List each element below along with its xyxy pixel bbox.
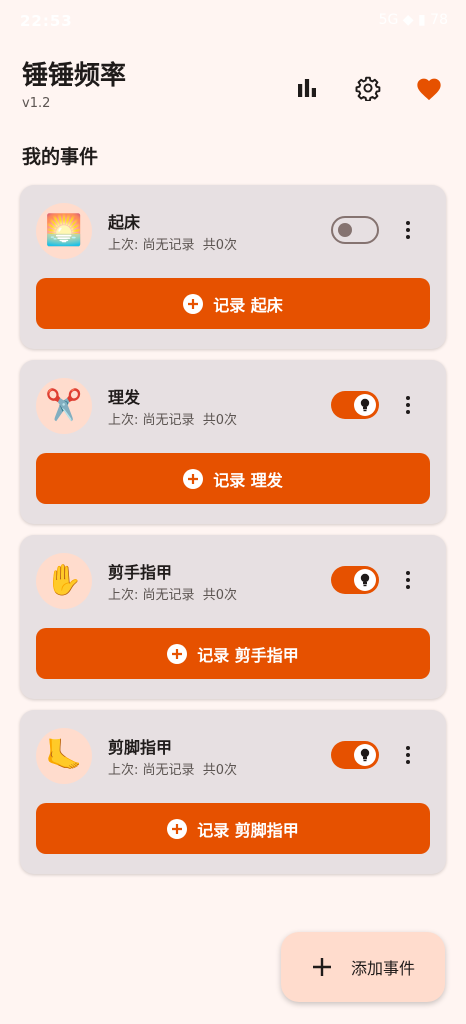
event-meta: 上次: 尚无记录 共0次 [108,588,238,603]
heart-icon [417,78,441,101]
event-toggle[interactable] [331,566,379,594]
section-title: 我的事件 [22,146,99,168]
favorites-button[interactable] [413,72,445,104]
event-name: 剪脚指甲 [108,738,173,757]
event-meta: 上次: 尚无记录 共0次 [108,763,238,778]
toggle-knob [354,744,376,766]
event-toggle[interactable] [331,391,379,419]
record-button-label: 记录 剪手指甲 [197,645,299,665]
event-card: ✂️ 理发 上次: 尚无记录 共0次 记录 理发 [20,360,446,524]
gear-icon [355,76,381,101]
event-toggle[interactable] [331,216,379,244]
event-meta: 上次: 尚无记录 共0次 [108,238,238,253]
add-circle-icon [167,818,188,839]
app-title: 锤锤频率 [22,61,127,91]
record-button-label: 记录 理发 [213,470,283,490]
bar-chart-icon [298,79,316,97]
scissors-icon: ✂️ [36,378,92,434]
status-icons: 5G ◆ ▮ 78 [378,12,448,28]
foot-icon: 🦶 [36,728,92,784]
add-event-label: 添加事件 [350,959,415,978]
lightbulb-icon [360,573,370,587]
event-card: 🌅 起床 上次: 尚无记录 共0次 记录 起床 [20,185,446,349]
app-header: 锤锤频率 v1.2 [22,60,126,111]
add-circle-icon [183,293,204,314]
lightbulb-icon [360,748,370,762]
event-name: 剪手指甲 [108,563,173,582]
event-toggle[interactable] [331,741,379,769]
status-bar: 22:53 5G ◆ ▮ 78 [0,0,466,44]
app-version: v1.2 [22,96,51,111]
settings-button[interactable] [352,72,384,104]
status-time: 22:53 [20,12,73,30]
more-options-icon[interactable] [396,217,420,243]
event-card: ✋ 剪手指甲 上次: 尚无记录 共0次 记录 剪手指甲 [20,535,446,699]
event-meta: 上次: 尚无记录 共0次 [108,413,238,428]
statistics-button[interactable] [291,72,323,104]
record-button[interactable]: 记录 剪脚指甲 [36,803,430,854]
event-name: 起床 [108,213,141,232]
toggle-knob [354,394,376,416]
add-circle-icon [167,643,188,664]
record-button-label: 记录 起床 [213,295,283,315]
record-button[interactable]: 记录 剪手指甲 [36,628,430,679]
add-circle-icon [183,468,204,489]
add-event-button[interactable]: 添加事件 [281,932,445,1002]
raised-hand-icon: ✋ [36,553,92,609]
event-card: 🦶 剪脚指甲 上次: 尚无记录 共0次 记录 剪脚指甲 [20,710,446,874]
record-button-label: 记录 剪脚指甲 [197,820,299,840]
record-button[interactable]: 记录 起床 [36,278,430,329]
more-options-icon[interactable] [396,742,420,768]
sunrise-icon: 🌅 [36,203,92,259]
plus-icon [312,958,331,976]
toggle-knob [338,223,352,237]
record-button[interactable]: 记录 理发 [36,453,430,504]
event-name: 理发 [108,388,141,407]
toggle-knob [354,569,376,591]
more-options-icon[interactable] [396,567,420,593]
lightbulb-icon [360,398,370,412]
more-options-icon[interactable] [396,392,420,418]
